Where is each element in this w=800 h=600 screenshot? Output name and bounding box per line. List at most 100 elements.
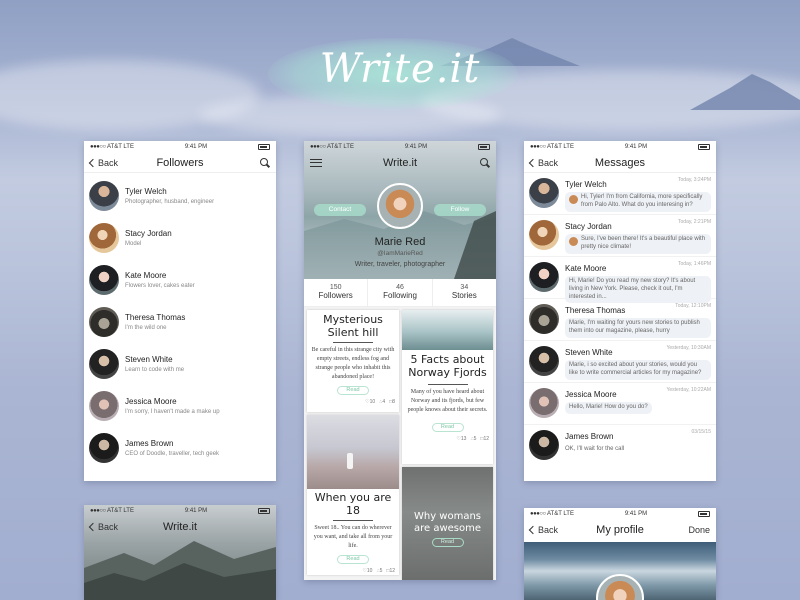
back-button[interactable]: Back <box>528 525 558 535</box>
chevron-left-icon <box>528 525 538 535</box>
divider <box>427 384 468 386</box>
message-time: Yesterday, 10:30AM <box>666 345 711 351</box>
avatar <box>89 307 119 337</box>
status-bar: ●●●○○ AT&T LTE 9:41 PM <box>84 141 276 153</box>
likes-count[interactable]: 13 <box>456 436 467 442</box>
done-button[interactable]: Done <box>688 525 710 535</box>
avatar <box>89 391 119 421</box>
message-item[interactable]: James Brown OK, I'll wait for the call 0… <box>524 425 716 467</box>
message-time: Today, 12:10PM <box>675 303 711 309</box>
avatar <box>569 195 578 204</box>
contact-button[interactable]: Contact <box>314 204 366 216</box>
story-card[interactable]: Mysterious Silent hill Be careful in thi… <box>307 310 399 412</box>
forest-illustration <box>84 541 276 600</box>
clock: 9:41 PM <box>184 508 208 514</box>
back-button[interactable]: Back <box>528 157 559 168</box>
shares-count[interactable]: 4 <box>379 399 385 405</box>
follower-subtitle: I'm the wild one <box>125 325 167 331</box>
clock: 9:41 PM <box>184 144 208 150</box>
followers-list: Tyler Welch Photographer, husband, engine… <box>84 173 276 469</box>
message-bubble: Sure, I've been there! It's a beautiful … <box>565 234 711 254</box>
signal-icon: ●●●○○ <box>530 511 546 517</box>
follower-subtitle: I'm sorry, I haven't made a make up <box>125 409 220 415</box>
shares-count[interactable]: 5 <box>376 568 383 574</box>
shares-count[interactable]: 5 <box>470 436 477 442</box>
follow-button[interactable]: Follow <box>434 204 486 216</box>
back-button[interactable]: Back <box>88 522 118 532</box>
follower-name: Jessica Moore <box>125 397 177 406</box>
messages-list: Tyler Welch Hi, Tyler! I'm from Californ… <box>524 173 716 467</box>
read-button[interactable]: Read <box>337 555 369 565</box>
likes-count[interactable]: 10 <box>362 568 373 574</box>
status-bar: ●●●○○ AT&T LTE 9:41 PM <box>524 508 716 520</box>
avatar <box>529 304 559 334</box>
comments-count[interactable]: 12 <box>480 436 489 442</box>
story-card[interactable]: When you are 18 Sweet 18.. You can do wh… <box>307 415 399 575</box>
avatar <box>569 237 578 246</box>
message-text: OK, I'll wait for the call <box>565 446 625 452</box>
story-excerpt: Be careful in this strange city with emp… <box>311 347 395 381</box>
message-text: Hi, Tyler! I'm from California, more spe… <box>581 194 703 208</box>
story-title: Mysterious Silent hill <box>323 313 383 339</box>
read-button[interactable]: Read <box>431 423 464 433</box>
follower-subtitle: Learn to code with me <box>125 367 185 373</box>
story-excerpt: Sweet 18.. You can do wherever you want,… <box>313 525 393 550</box>
message-item[interactable]: Stacy Jordan Sure, I've been there! It's… <box>524 215 716 257</box>
list-item[interactable]: Stacy Jordan Model <box>84 217 276 259</box>
message-item[interactable]: Tyler Welch Hi, Tyler! I'm from Californ… <box>524 173 716 215</box>
follower-name: Steven White <box>125 355 173 364</box>
comments-count[interactable]: 8 <box>389 399 395 405</box>
story-card[interactable]: 5 Facts about Norway Fjords Many of you … <box>402 310 493 464</box>
stat-number: 34 <box>460 284 469 291</box>
message-item[interactable]: Theresa Thomas Marie, I'm waiting for yo… <box>524 299 716 341</box>
comments-count[interactable]: 12 <box>386 568 395 574</box>
back-label: Back <box>98 157 119 168</box>
search-icon[interactable] <box>260 157 270 168</box>
list-item[interactable]: Tyler Welch Photographer, husband, engine… <box>84 175 276 217</box>
nav-bar: Back Followers <box>84 153 276 173</box>
stat-followers[interactable]: 150 Followers <box>304 279 369 306</box>
battery-icon <box>478 144 490 150</box>
message-item[interactable]: Kate Moore Hi, Marie! Do you read my new… <box>524 257 716 304</box>
menu-icon[interactable] <box>310 159 322 167</box>
follower-subtitle: Photographer, husband, engineer <box>125 199 215 205</box>
back-label: Back <box>538 157 559 168</box>
messages-screen: ●●●○○ AT&T LTE 9:41 PM Back Messages Tyl… <box>524 141 716 481</box>
story-title: 5 Facts about Norway Fjords <box>402 352 493 382</box>
list-item[interactable]: Jessica Moore I'm sorry, I haven't made a… <box>84 385 276 427</box>
profile-handle: @IamMarieRed <box>377 250 423 257</box>
search-icon[interactable] <box>480 158 490 168</box>
read-button[interactable]: Read <box>431 538 464 547</box>
avatar <box>89 223 119 253</box>
page-title: Write.it <box>382 157 418 169</box>
profile-stats: 150 Followers 46 Following 34 Stories <box>304 279 496 307</box>
list-item[interactable]: Kate Moore Flowers lover, cakes eater <box>84 259 276 301</box>
stat-label: Followers <box>318 291 353 300</box>
stat-label: Following <box>383 291 417 300</box>
person-figure <box>347 453 353 469</box>
message-time: Today, 1:46PM <box>678 261 711 267</box>
carrier: AT&T LTE <box>546 144 574 150</box>
message-item[interactable]: Jessica Moore Hello, Marie! How do you d… <box>524 383 716 425</box>
stat-stories[interactable]: 34 Stories <box>433 279 496 306</box>
message-time: Yesterday, 10:22AM <box>666 387 711 393</box>
carrier: AT&T LTE <box>326 144 354 150</box>
message-item[interactable]: Steven White Marie, i so excited about y… <box>524 341 716 383</box>
stat-following[interactable]: 46 Following <box>368 279 433 306</box>
list-item[interactable]: Theresa Thomas I'm the wild one <box>84 301 276 343</box>
battery-icon <box>258 144 270 150</box>
likes-count[interactable]: 10 <box>365 399 376 405</box>
story-image <box>402 310 493 350</box>
story-card[interactable]: Why womans are awesome Read <box>402 467 493 580</box>
profile-bio: Writer, traveler, photographer <box>354 261 446 268</box>
read-button[interactable]: Read <box>337 386 369 396</box>
list-item[interactable]: James Brown CEO of Doodle, traveller, tec… <box>84 427 276 469</box>
list-item[interactable]: Steven White Learn to code with me <box>84 343 276 385</box>
profile-name: Marie Red <box>374 236 426 248</box>
signal-icon: ●●●○○ <box>310 144 326 150</box>
message-time: Today, 3:24PM <box>678 177 711 183</box>
story-image <box>307 415 399 489</box>
back-button[interactable]: Back <box>88 157 119 168</box>
brand-logo: Write.it <box>319 46 481 92</box>
status-bar: ●●●○○ AT&T LTE 9:41 PM <box>524 141 716 153</box>
